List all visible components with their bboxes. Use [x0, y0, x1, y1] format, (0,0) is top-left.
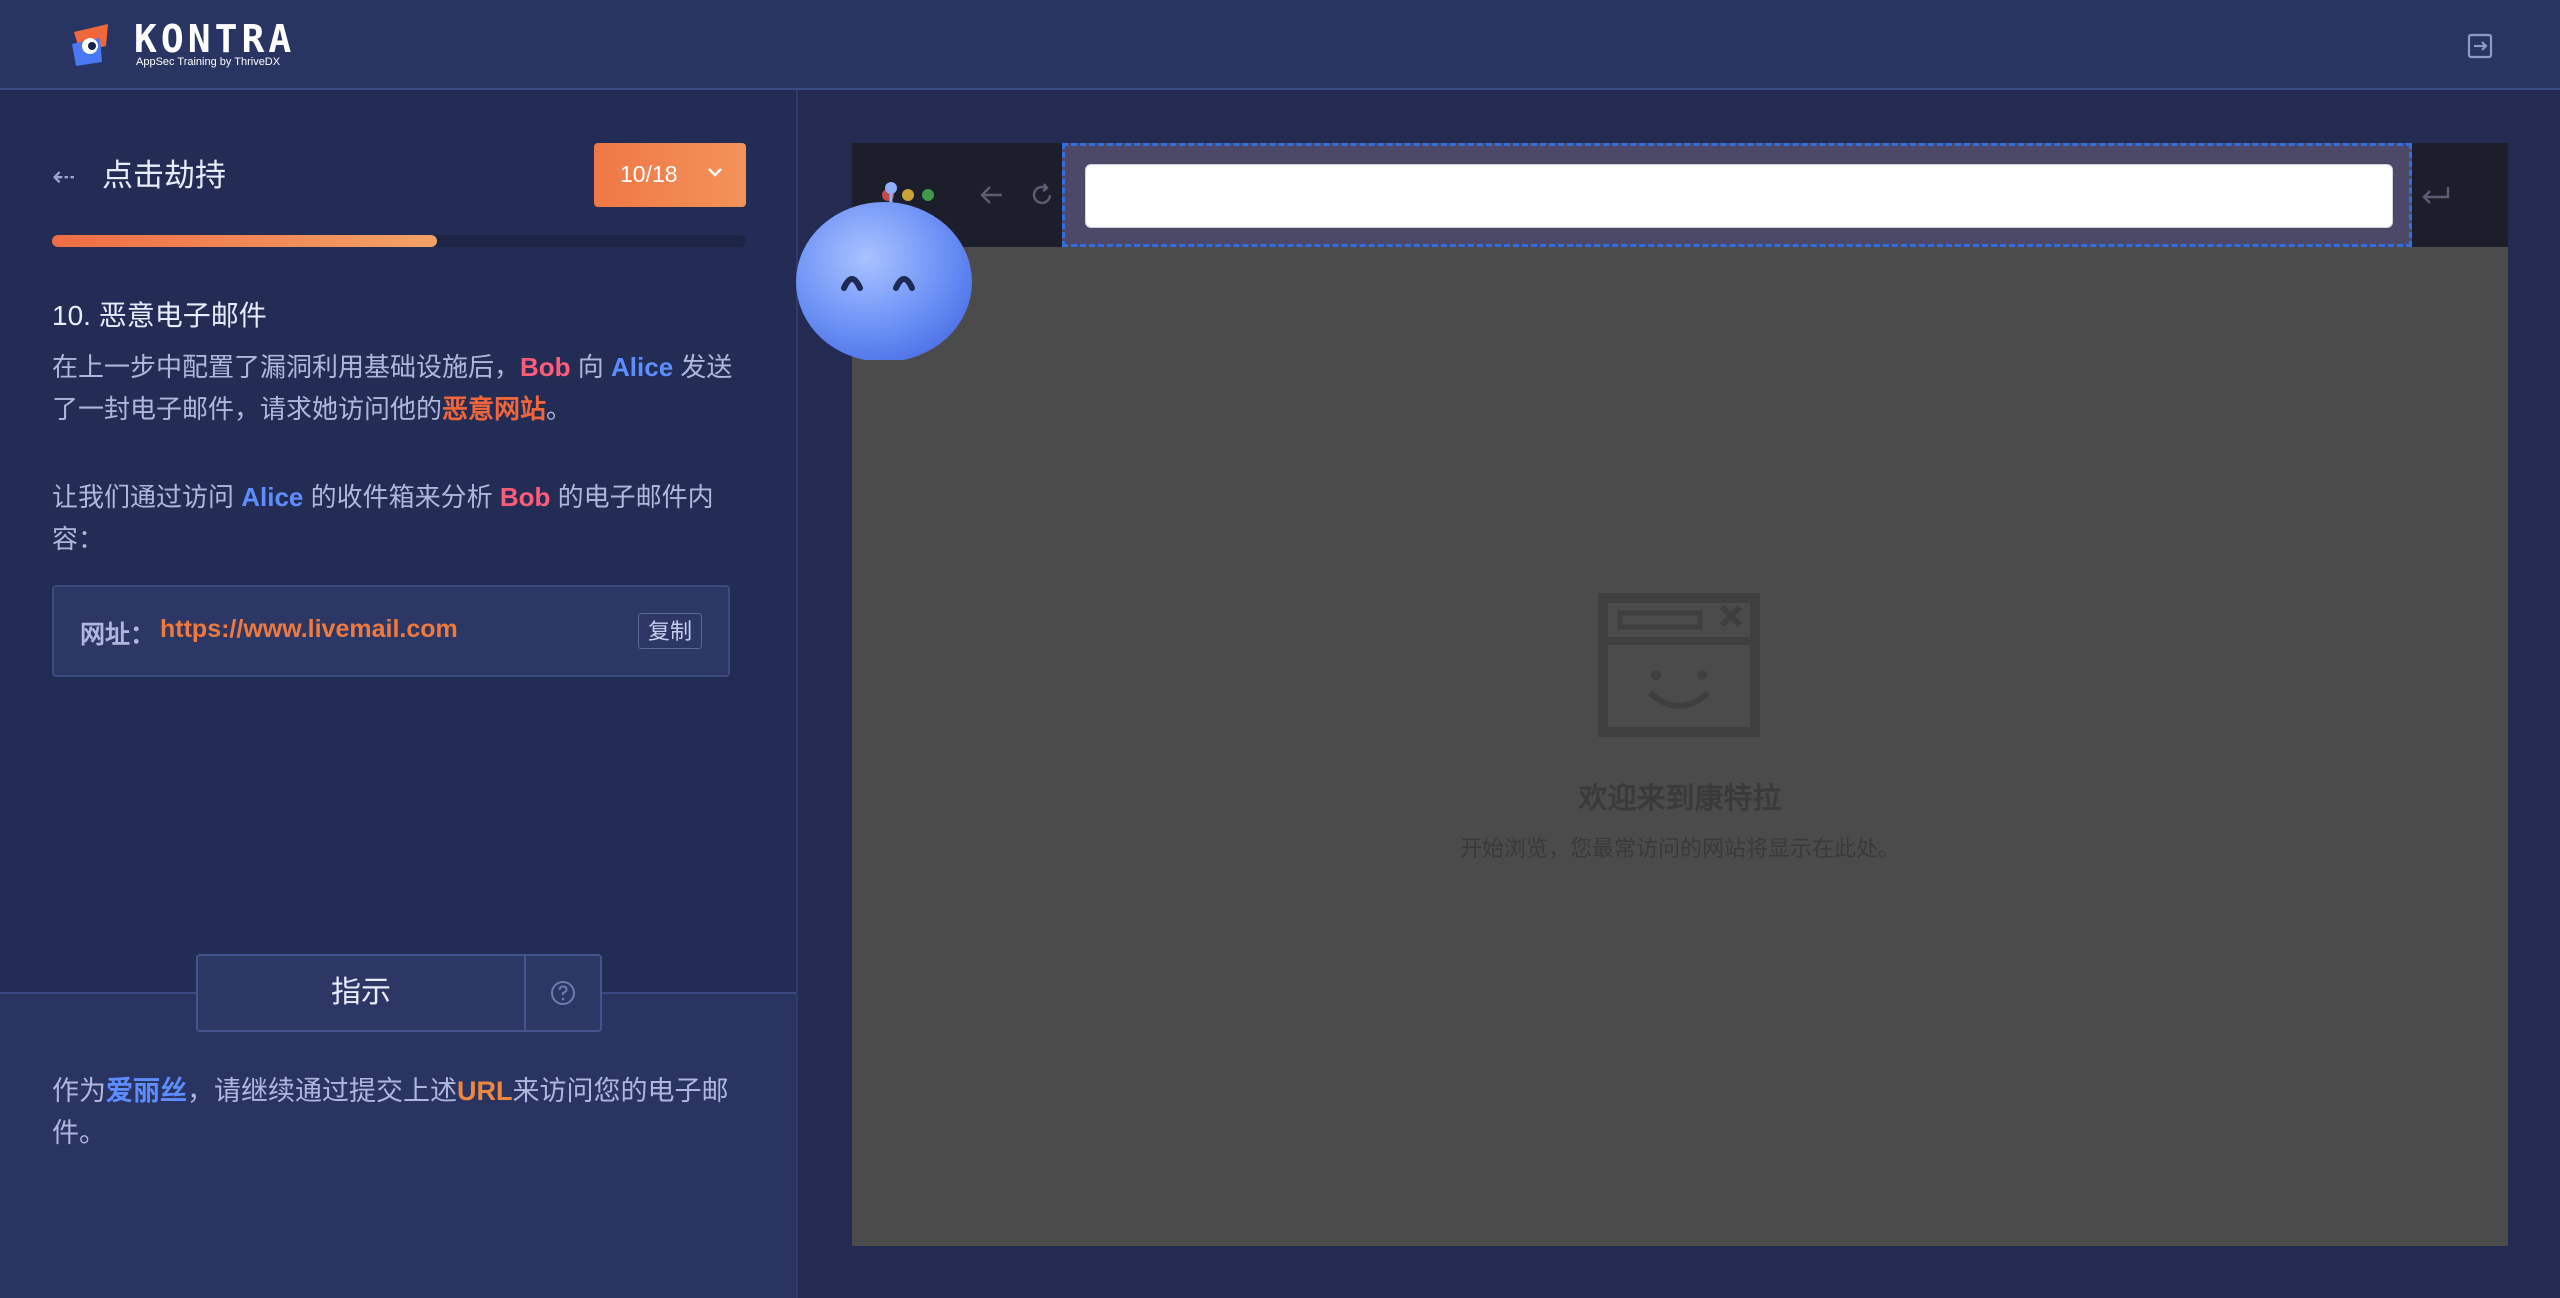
- step-title: 10. 恶意电子邮件: [52, 300, 267, 331]
- progress-fill: [52, 235, 438, 247]
- kontra-logo[interactable]: KONTRA AppSec Training by ThriveDX: [70, 18, 310, 72]
- text: 。: [546, 394, 573, 424]
- text: 让我们通过访问: [52, 482, 242, 512]
- name-alice: Alice: [611, 352, 674, 382]
- address-bar-highlight: [1062, 143, 2412, 247]
- chevron-down-icon: [708, 168, 722, 177]
- logout-icon[interactable]: [2464, 30, 2496, 62]
- url-term: URL: [457, 1076, 513, 1106]
- simulated-browser: 欢迎来到康特拉 开始浏览，您最常访问的网站将显示在此处。: [852, 143, 2508, 1246]
- mascot-icon[interactable]: [792, 180, 972, 360]
- back-arrow-icon[interactable]: ⇠: [52, 162, 75, 192]
- reload-icon[interactable]: [1026, 179, 1058, 211]
- instructions-text: 作为爱丽丝，请继续通过提交上述URL来访问您的电子邮件。: [52, 1070, 742, 1154]
- welcome-subtitle: 开始浏览，您最常访问的网站将显示在此处。: [1459, 836, 1900, 861]
- lesson-panel: ⇠ 点击劫持 10/18 10. 恶意电子邮件 在上一步中配置了漏洞利用基础设施…: [0, 90, 798, 1298]
- name-alice: Alice: [241, 482, 304, 512]
- nav-back-icon[interactable]: [976, 179, 1008, 211]
- malicious-site-term: 恶意网站: [442, 394, 547, 424]
- text: 在上一步中配置了漏洞利用基础设施后，: [52, 352, 521, 382]
- url-box: 网址： https://www.livemail.com 复制: [52, 585, 730, 677]
- browser-viewport: 欢迎来到康特拉 开始浏览，您最常访问的网站将显示在此处。: [852, 247, 2508, 1246]
- divider: [524, 956, 526, 1030]
- lesson-progress-bar: [52, 235, 746, 247]
- step-selector-button[interactable]: 10/18: [594, 143, 746, 207]
- name-bob: Bob: [520, 352, 571, 382]
- step-paragraph-2: 让我们通过访问 Alice 的收件箱来分析 Bob 的电子邮件内容：: [52, 476, 742, 560]
- instructions-tab[interactable]: 指示: [196, 954, 602, 1032]
- name-alice-cn: 爱丽丝: [106, 1076, 187, 1106]
- app-header: KONTRA AppSec Training by ThriveDX: [0, 0, 2560, 90]
- brand-tagline: AppSec Training by ThriveDX: [136, 56, 281, 68]
- lesson-title: 点击劫持: [102, 158, 226, 193]
- step-paragraph-1: 在上一步中配置了漏洞利用基础设施后，Bob 向 Alice 发送了一封电子邮件，…: [52, 346, 742, 430]
- text: 的收件箱来分析: [303, 482, 500, 512]
- instructions-tab-label: 指示: [331, 976, 391, 1009]
- help-icon[interactable]: [548, 978, 578, 1008]
- name-bob: Bob: [499, 482, 551, 512]
- kontra-logo-icon: [72, 24, 108, 66]
- empty-page-icon: [1598, 593, 1760, 737]
- text: 向: [570, 352, 612, 382]
- welcome-title: 欢迎来到康特拉: [1578, 783, 1782, 815]
- url-value[interactable]: https://www.livemail.com: [160, 615, 458, 644]
- enter-icon[interactable]: [2418, 179, 2454, 211]
- step-indicator: 10/18: [620, 161, 678, 187]
- text: 作为: [52, 1076, 106, 1106]
- brand-name: KONTRA: [134, 17, 296, 61]
- address-bar-input[interactable]: [1085, 164, 2393, 228]
- copy-button[interactable]: 复制: [638, 613, 702, 649]
- url-label: 网址：: [80, 621, 156, 649]
- browser-toolbar: [852, 143, 2508, 247]
- text: ，请继续通过提交上述: [187, 1076, 457, 1106]
